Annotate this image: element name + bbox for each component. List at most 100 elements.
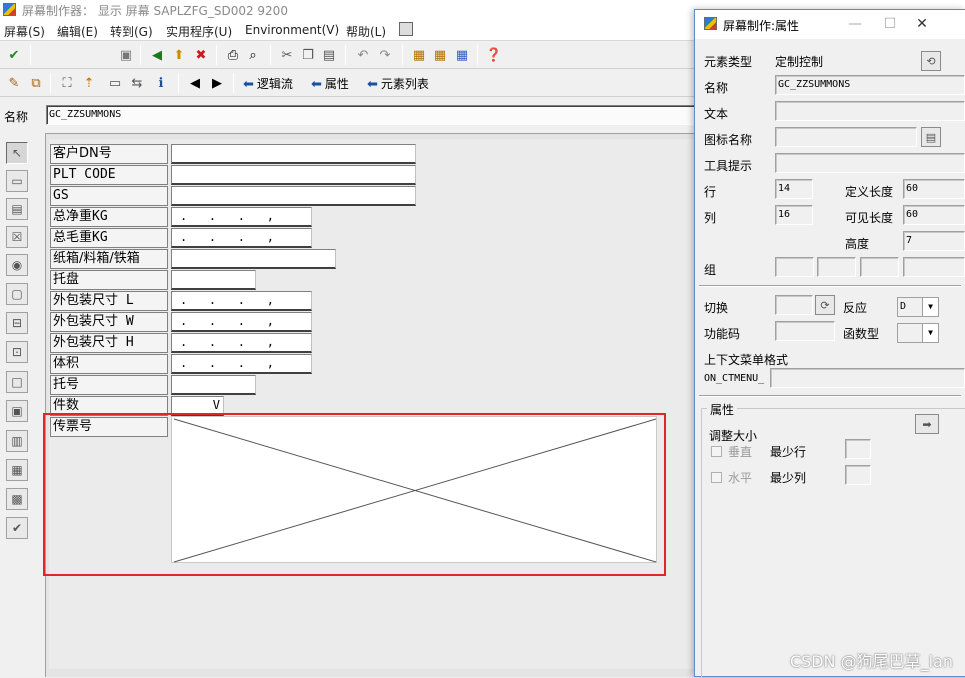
field-label[interactable]: 托号 bbox=[50, 375, 168, 395]
maximize-button[interactable]: ☐ bbox=[875, 14, 905, 34]
attributes-button[interactable]: ⬅ 属性 bbox=[311, 75, 349, 92]
cut-icon[interactable]: ✂ bbox=[278, 46, 296, 64]
help-icon[interactable]: ❓ bbox=[485, 46, 503, 64]
field-input[interactable] bbox=[171, 165, 416, 185]
tabstrip-tool-icon[interactable]: ⊟ bbox=[6, 312, 28, 334]
hierarchy-icon[interactable]: ⛶ bbox=[58, 74, 76, 92]
menu-edit[interactable]: 编辑(E) bbox=[57, 23, 98, 40]
tooltip-field[interactable] bbox=[775, 153, 965, 173]
field-label[interactable]: PLT CODE bbox=[50, 165, 168, 185]
field-input[interactable] bbox=[171, 375, 256, 395]
where-used-icon[interactable]: ⇡ bbox=[80, 74, 98, 92]
field-input[interactable]: . . . , bbox=[171, 354, 312, 374]
field-label[interactable]: 托盘 bbox=[50, 270, 168, 290]
def-length-field[interactable]: 60 bbox=[903, 179, 965, 199]
table-wizard-icon[interactable]: ▦ bbox=[6, 459, 28, 481]
field-label[interactable]: 客户DN号 bbox=[50, 144, 168, 164]
input-field-tool-icon[interactable]: ▤ bbox=[6, 198, 28, 220]
undo-icon[interactable]: ↶ bbox=[354, 46, 372, 64]
menu-utilities[interactable]: 实用程序(U) bbox=[166, 23, 232, 40]
close-button[interactable]: ✕ bbox=[907, 14, 937, 34]
field-label[interactable]: 总净重KG bbox=[50, 207, 168, 227]
name-field[interactable]: GC_ZZSUMMONS bbox=[775, 75, 965, 95]
info-icon[interactable]: ℹ bbox=[152, 74, 170, 92]
element-list-button[interactable]: ⬅ 元素列表 bbox=[367, 75, 429, 92]
next-icon[interactable]: ▶ bbox=[208, 74, 226, 92]
context-menu-field[interactable] bbox=[770, 368, 965, 388]
field-label[interactable]: 外包装尺寸 H bbox=[50, 333, 168, 353]
customize-layout-icon[interactable] bbox=[399, 22, 413, 36]
menu-help[interactable]: 帮助(L) bbox=[346, 23, 386, 40]
icon-list-icon[interactable]: ▤ bbox=[921, 127, 941, 147]
field-label[interactable]: 总毛重KG bbox=[50, 228, 168, 248]
element-type-button[interactable]: ⟲ bbox=[921, 51, 941, 71]
field-input[interactable] bbox=[171, 249, 336, 269]
vertical-checkbox[interactable] bbox=[711, 446, 722, 457]
logic-flow-button[interactable]: ⬅ 逻辑流 bbox=[243, 75, 293, 92]
exit-icon[interactable]: ⬆ bbox=[170, 46, 188, 64]
input-field-box[interactable] bbox=[100, 46, 118, 64]
arrow-right-icon[interactable]: ➡ bbox=[915, 414, 939, 434]
checkbox-tool-icon[interactable]: ☒ bbox=[6, 226, 28, 248]
menu-environment[interactable]: Environment(V) bbox=[245, 23, 339, 37]
row-field[interactable]: 14 bbox=[775, 179, 813, 199]
status-icon-tool-icon[interactable]: ✔ bbox=[6, 517, 28, 539]
field-input[interactable]: . . . , bbox=[171, 207, 312, 227]
window-icon-2[interactable]: ▦ bbox=[431, 46, 449, 64]
paste-icon[interactable]: ▤ bbox=[320, 46, 338, 64]
custom-control-tool-icon[interactable]: ▩ bbox=[6, 488, 28, 510]
vis-length-field[interactable]: 60 bbox=[903, 205, 965, 225]
ftype-dropdown[interactable]: ▼ bbox=[897, 323, 939, 343]
icon-name-field[interactable] bbox=[775, 127, 917, 147]
group-field-2[interactable] bbox=[817, 257, 856, 277]
box-tool-icon[interactable]: □ bbox=[6, 371, 28, 393]
back-icon[interactable]: ◀ bbox=[148, 46, 166, 64]
menu-goto[interactable]: 转到(G) bbox=[110, 23, 153, 40]
redo-icon[interactable]: ↷ bbox=[376, 46, 394, 64]
menu-screen[interactable]: 屏幕(S) bbox=[4, 23, 45, 40]
field-input[interactable] bbox=[171, 270, 256, 290]
min-cols-field[interactable] bbox=[845, 465, 871, 485]
pushbutton-tool-icon[interactable]: ▢ bbox=[6, 283, 28, 305]
col-field[interactable]: 16 bbox=[775, 205, 813, 225]
field-input[interactable]: . . . , bbox=[171, 312, 312, 332]
group-field-4[interactable] bbox=[903, 257, 965, 277]
field-label[interactable]: 外包装尺寸 W bbox=[50, 312, 168, 332]
find-icon[interactable]: ⌕ bbox=[244, 46, 262, 64]
field-label[interactable]: 外包装尺寸 L bbox=[50, 291, 168, 311]
change-display-icon[interactable]: ⧉ bbox=[27, 74, 45, 92]
group-field-3[interactable] bbox=[860, 257, 899, 277]
window-icon-1[interactable]: ▦ bbox=[410, 46, 428, 64]
cancel-icon[interactable]: ✖ bbox=[192, 46, 210, 64]
edit-pencil-icon[interactable]: ✎ bbox=[5, 74, 23, 92]
save-icon[interactable]: ▣ bbox=[117, 46, 135, 64]
pointer-tool-icon[interactable]: ↖ bbox=[6, 142, 28, 164]
previous-icon[interactable]: ◀ bbox=[186, 74, 204, 92]
field-input[interactable]: . . . , bbox=[171, 333, 312, 353]
field-label[interactable]: 纸箱/料箱/铁箱 bbox=[50, 249, 168, 269]
text-field-tool-icon[interactable]: ▭ bbox=[6, 170, 28, 192]
table-control-tool-icon[interactable]: ▥ bbox=[6, 430, 28, 452]
field-label[interactable]: 体积 bbox=[50, 354, 168, 374]
height-field[interactable]: 7 bbox=[903, 231, 965, 251]
tabstrip-wizard-icon[interactable]: ⊡ bbox=[6, 341, 28, 363]
field-input[interactable]: . . . , bbox=[171, 228, 312, 248]
radio-button-tool-icon[interactable]: ◉ bbox=[6, 254, 28, 276]
horizontal-checkbox[interactable] bbox=[711, 472, 722, 483]
group-field-1[interactable] bbox=[775, 257, 814, 277]
window-icon-3[interactable]: ▦ bbox=[453, 46, 471, 64]
switch-field[interactable] bbox=[775, 295, 813, 315]
field-input[interactable] bbox=[171, 144, 416, 164]
print-icon[interactable]: ⎙ bbox=[224, 46, 242, 64]
min-rows-field[interactable] bbox=[845, 439, 871, 459]
switch-refresh-icon[interactable]: ⟳ bbox=[815, 295, 835, 315]
field-input[interactable]: . . . , bbox=[171, 291, 312, 311]
field-label[interactable]: GS bbox=[50, 186, 168, 206]
enter-check-icon[interactable]: ✔ bbox=[5, 46, 23, 64]
text-field[interactable] bbox=[775, 101, 965, 121]
layout-icon[interactable]: ▭ bbox=[106, 74, 124, 92]
minimize-button[interactable]: — bbox=[840, 14, 870, 34]
field-input[interactable] bbox=[171, 186, 416, 206]
subscreen-tool-icon[interactable]: ▣ bbox=[6, 400, 28, 422]
reaction-dropdown[interactable]: D ▼ bbox=[897, 297, 939, 317]
